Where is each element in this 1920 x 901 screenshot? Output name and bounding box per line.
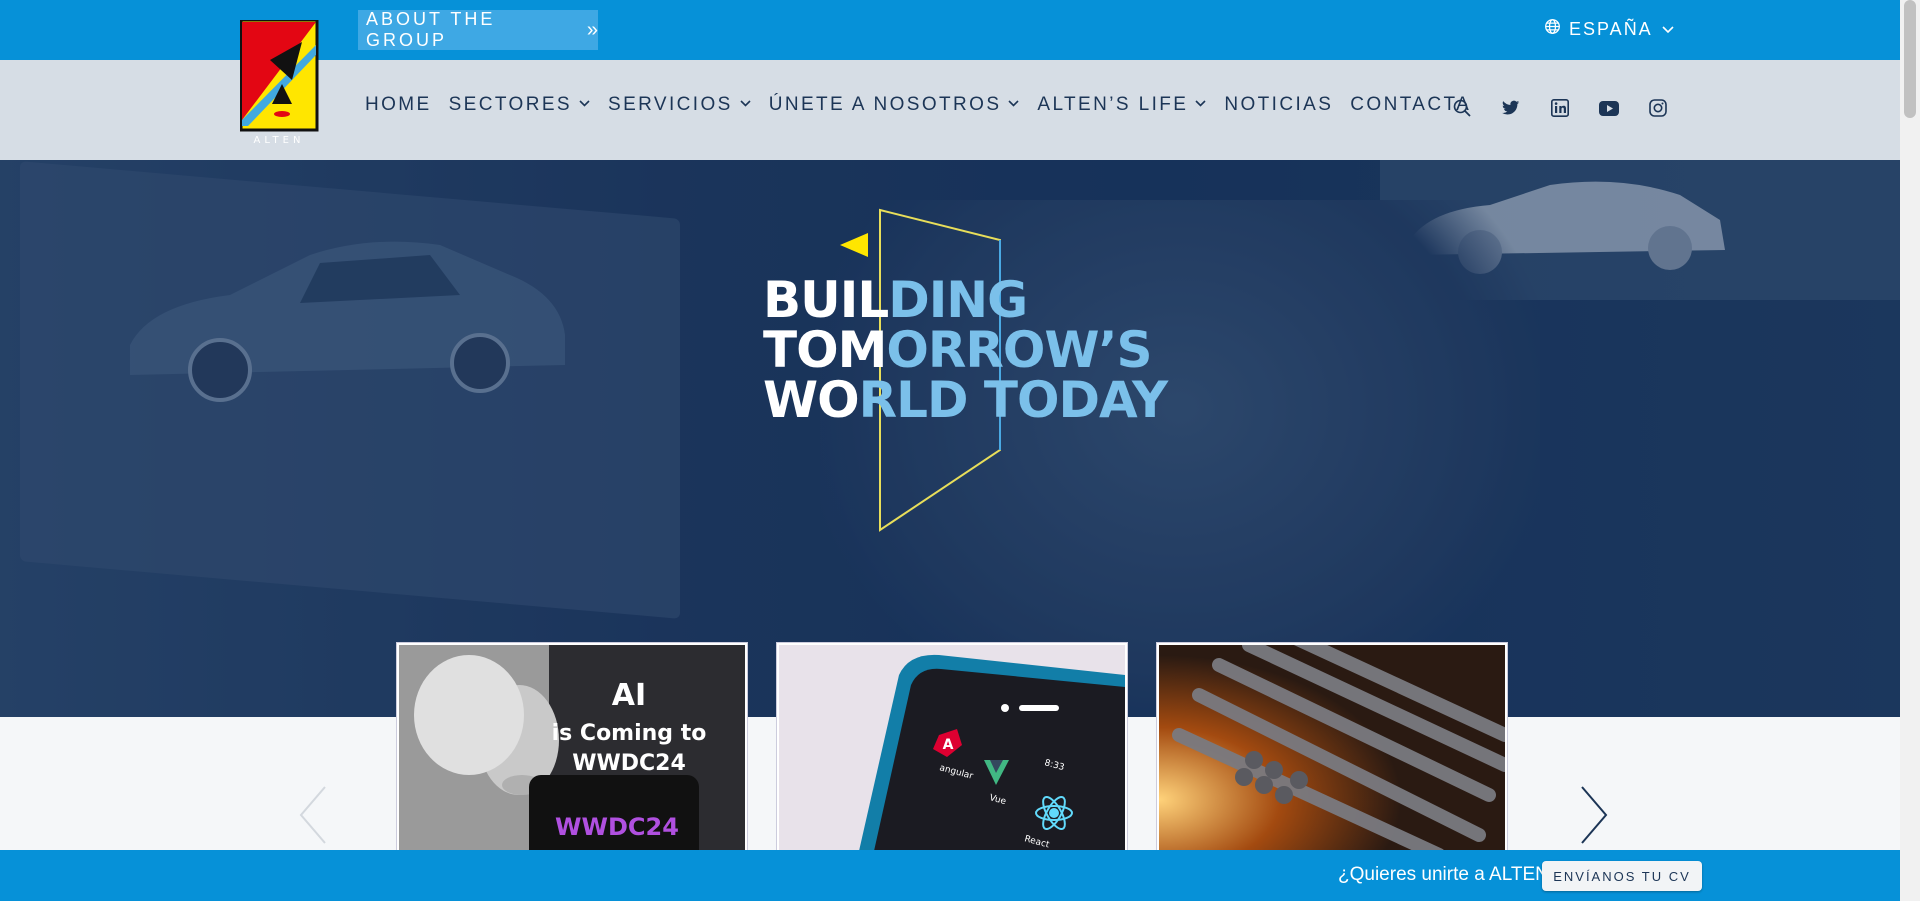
carousel-next-arrow[interactable] — [1576, 785, 1616, 845]
hero-title-text: RLD TODAY — [858, 371, 1169, 429]
card-image-text: WWDC24 — [555, 813, 679, 841]
hero-title-text: WO — [763, 371, 860, 429]
hero-banner: BUILDING TOMORROW’S WORLD TODAY — [0, 160, 1900, 717]
about-the-group-label: ABOUT THE GROUP — [366, 9, 496, 50]
chevron-down-icon — [739, 99, 752, 111]
nav-item-unete[interactable]: ÚNETE A NOSOTROS — [769, 94, 1021, 116]
chevron-down-icon — [1194, 99, 1207, 111]
nav-item-label: ALTEN’S LIFE — [1037, 94, 1189, 115]
nav-item-label: HOME — [365, 94, 432, 115]
language-selector[interactable]: ESPAÑA — [1544, 18, 1675, 40]
language-label: ESPAÑA — [1569, 18, 1653, 39]
card-image-text: WWDC24 — [572, 751, 686, 776]
frameworks-phone-image: A angular Vue React 8:33 — [779, 645, 1125, 851]
hero-title-line-1: BUILDING — [763, 275, 1283, 325]
ai-wwdc24-image: AI is Coming to WWDC24 WWDC24 — [399, 645, 745, 851]
logo-wordmark: ALTEN — [254, 135, 305, 144]
join-question: ¿Quieres unirte a ALTEN? — [1338, 864, 1560, 885]
about-the-group-button[interactable]: ABOUT THE GROUP » — [358, 9, 598, 50]
globe-icon — [1544, 18, 1561, 40]
carousel-prev-arrow[interactable] — [295, 785, 335, 845]
scrollbar-thumb[interactable] — [1904, 0, 1916, 118]
nav-item-label: SECTORES — [448, 94, 572, 115]
svg-text:A: A — [943, 737, 954, 753]
news-card-steel[interactable] — [1157, 643, 1507, 853]
nav-item-label: SERVICIOS — [608, 94, 733, 115]
alten-logo[interactable]: ALTEN — [239, 18, 322, 146]
double-chevron-right-icon: » — [586, 18, 598, 41]
steel-rebar-image — [1159, 645, 1505, 851]
twitter-icon[interactable] — [1499, 96, 1523, 120]
hero-title-line-3: WORLD TODAY — [763, 375, 1283, 425]
card-image-text: is Coming to — [552, 721, 707, 746]
news-card-frameworks[interactable]: A angular Vue React 8:33 — [777, 643, 1127, 853]
nav-item-altens-life[interactable]: ALTEN’S LIFE — [1037, 94, 1207, 116]
hero-title-line-2: TOMORROW’S — [763, 325, 1283, 375]
news-card-ai-wwdc24[interactable]: AI is Coming to WWDC24 WWDC24 — [397, 643, 747, 853]
send-cv-button[interactable]: ENVÍANOS TU CV — [1542, 861, 1702, 891]
search-icon[interactable] — [1450, 96, 1474, 120]
youtube-icon[interactable] — [1597, 96, 1621, 120]
nav-item-label: NOTICIAS — [1224, 94, 1334, 115]
card-image-text: AI — [612, 678, 646, 713]
nav-item-sectores[interactable]: SECTORES — [449, 94, 591, 116]
chevron-down-icon — [1661, 19, 1675, 40]
linkedin-icon[interactable] — [1548, 96, 1572, 120]
hero-title: BUILDING TOMORROW’S WORLD TODAY — [763, 275, 1283, 425]
nav-item-label: ÚNETE A NOSOTROS — [768, 94, 1002, 115]
page-scrollbar[interactable] — [1900, 0, 1920, 901]
social-icons — [1450, 96, 1670, 120]
main-nav: HOME SECTORES SERVICIOS ÚNETE A NOSOTROS… — [365, 94, 1471, 116]
nav-item-servicios[interactable]: SERVICIOS — [608, 94, 752, 116]
instagram-icon[interactable] — [1646, 96, 1670, 120]
nav-item-home[interactable]: HOME — [365, 94, 432, 116]
nav-item-noticias[interactable]: NOTICIAS — [1224, 94, 1333, 116]
chevron-down-icon — [1007, 99, 1020, 111]
chevron-down-icon — [578, 99, 591, 111]
